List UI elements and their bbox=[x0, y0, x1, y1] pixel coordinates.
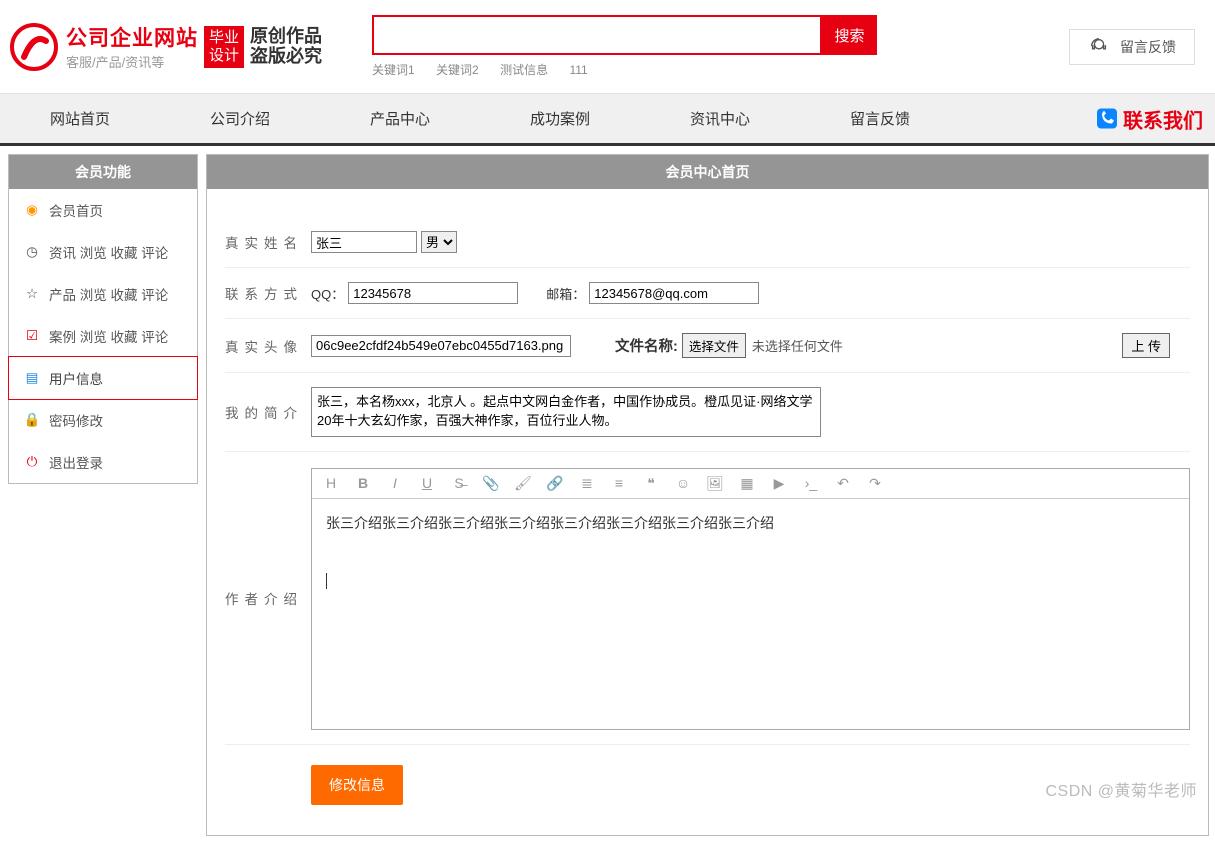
tb-code-icon[interactable]: ›_ bbox=[802, 475, 820, 492]
sidebar-item-products[interactable]: ☆ 产品 浏览 收藏 评论 bbox=[9, 273, 197, 315]
input-qq[interactable] bbox=[348, 282, 518, 304]
label-name: 真实姓名 bbox=[225, 232, 311, 252]
tb-brush-icon[interactable]: 🖌 bbox=[514, 475, 532, 492]
tb-bold-icon[interactable]: B bbox=[354, 475, 372, 492]
no-file-text: 未选择任何文件 bbox=[752, 336, 843, 355]
file-name-label: 文件名称: bbox=[615, 335, 678, 356]
upload-button[interactable]: 上 传 bbox=[1122, 333, 1170, 358]
tb-align-icon[interactable]: ≡ bbox=[610, 475, 628, 492]
sidebar-item-password[interactable]: 🔒 密码修改 bbox=[9, 399, 197, 441]
sidebar: 会员功能 ◉ 会员首页 ◷ 资讯 浏览 收藏 评论 ☆ 产品 浏览 收藏 评论 … bbox=[8, 154, 198, 484]
tb-strike-icon[interactable]: S̶ bbox=[450, 475, 468, 492]
nav-products[interactable]: 产品中心 bbox=[320, 94, 480, 143]
qq-label: QQ： bbox=[311, 284, 344, 303]
sidebar-item-news[interactable]: ◷ 资讯 浏览 收藏 评论 bbox=[9, 231, 197, 273]
cursive-text: 原创作品盗版必究 bbox=[250, 27, 322, 67]
search-button[interactable]: 搜索 bbox=[822, 15, 877, 55]
lock-icon: 🔒 bbox=[23, 412, 41, 428]
label-avatar: 真实头像 bbox=[225, 336, 311, 356]
tb-emoji-icon[interactable]: ☺ bbox=[674, 475, 692, 492]
logo-subtitle: 客服/产品/资讯等 bbox=[66, 52, 198, 71]
sidebar-item-cases[interactable]: ☑ 案例 浏览 收藏 评论 bbox=[9, 315, 197, 357]
textarea-bio[interactable]: 张三，本名杨xxx，北京人 。起点中文网白金作者，中国作协成员。橙瓜见证·网络文… bbox=[311, 387, 821, 437]
headset-icon bbox=[1088, 36, 1110, 58]
tb-undo-icon[interactable]: ↶ bbox=[834, 475, 852, 492]
nav-about[interactable]: 公司介绍 bbox=[160, 94, 320, 143]
tb-quote-icon[interactable]: ❝ bbox=[642, 475, 660, 492]
sidebar-header: 会员功能 bbox=[9, 155, 197, 189]
choose-file-button[interactable]: 选择文件 bbox=[682, 333, 746, 358]
search-keywords: 关键词1 关键词2 测试信息 111 bbox=[372, 61, 1069, 78]
tb-attach-icon[interactable]: 📎 bbox=[482, 475, 500, 492]
sidebar-item-logout[interactable]: ⏻ 退出登录 bbox=[9, 441, 197, 483]
label-bio: 我的简介 bbox=[225, 402, 311, 422]
tb-link-icon[interactable]: 🔗 bbox=[546, 475, 564, 492]
clock-icon: ◷ bbox=[23, 244, 41, 260]
tb-redo-icon[interactable]: ↷ bbox=[866, 475, 884, 492]
sidebar-item-userinfo[interactable]: ▤ 用户信息 bbox=[8, 356, 198, 400]
tb-heading-icon[interactable]: H bbox=[322, 475, 340, 492]
phone-icon bbox=[1095, 107, 1119, 131]
tb-video-icon[interactable]: ▶ bbox=[770, 475, 788, 492]
input-avatar-path[interactable] bbox=[311, 335, 571, 357]
nav-contact[interactable]: 联系我们 bbox=[1095, 104, 1203, 133]
badge-graduation: 毕业设计 bbox=[204, 26, 244, 68]
tb-underline-icon[interactable]: U bbox=[418, 475, 436, 492]
nav-news[interactable]: 资讯中心 bbox=[640, 94, 800, 143]
home-icon: ◉ bbox=[23, 202, 41, 218]
logo-title: 公司企业网站 bbox=[66, 22, 198, 52]
nav-home[interactable]: 网站首页 bbox=[0, 94, 160, 143]
check-icon: ☑ bbox=[23, 328, 41, 344]
search-input[interactable] bbox=[372, 15, 822, 55]
logo-icon bbox=[10, 23, 58, 71]
tb-italic-icon[interactable]: I bbox=[386, 475, 404, 492]
nav-cases[interactable]: 成功案例 bbox=[480, 94, 640, 143]
feedback-button[interactable]: 留言反馈 bbox=[1069, 29, 1195, 65]
nav-feedback[interactable]: 留言反馈 bbox=[800, 94, 960, 143]
rich-editor: H B I U S̶ 📎 🖌 🔗 ≣ ≡ ❝ ☺ 🖼 bbox=[311, 468, 1190, 730]
editor-body[interactable]: 张三介绍张三介绍张三介绍张三介绍张三介绍张三介绍张三介绍张三介绍 bbox=[312, 499, 1189, 729]
logo: 公司企业网站 客服/产品/资讯等 毕业设计 原创作品盗版必究 bbox=[10, 22, 322, 71]
content-header: 会员中心首页 bbox=[207, 155, 1208, 189]
input-email[interactable] bbox=[589, 282, 759, 304]
star-icon: ☆ bbox=[23, 286, 41, 302]
power-icon: ⏻ bbox=[23, 454, 41, 470]
input-name[interactable] bbox=[311, 231, 417, 253]
content-panel: 会员中心首页 真实姓名 男 女 联系方式 QQ： 邮箱： bbox=[206, 154, 1209, 836]
submit-button[interactable]: 修改信息 bbox=[311, 765, 403, 805]
label-contact: 联系方式 bbox=[225, 283, 311, 303]
select-gender[interactable]: 男 女 bbox=[421, 231, 457, 253]
label-author: 作者介绍 bbox=[225, 588, 311, 608]
sidebar-item-home[interactable]: ◉ 会员首页 bbox=[9, 189, 197, 231]
tb-table-icon[interactable]: ▦ bbox=[738, 475, 756, 492]
email-label: 邮箱： bbox=[546, 284, 585, 303]
doc-icon: ▤ bbox=[23, 370, 41, 386]
main-nav: 网站首页 公司介绍 产品中心 成功案例 资讯中心 留言反馈 联系我们 bbox=[0, 93, 1215, 146]
tb-list-icon[interactable]: ≣ bbox=[578, 475, 596, 492]
editor-toolbar: H B I U S̶ 📎 🖌 🔗 ≣ ≡ ❝ ☺ 🖼 bbox=[312, 469, 1189, 499]
tb-image-icon[interactable]: 🖼 bbox=[706, 475, 724, 492]
